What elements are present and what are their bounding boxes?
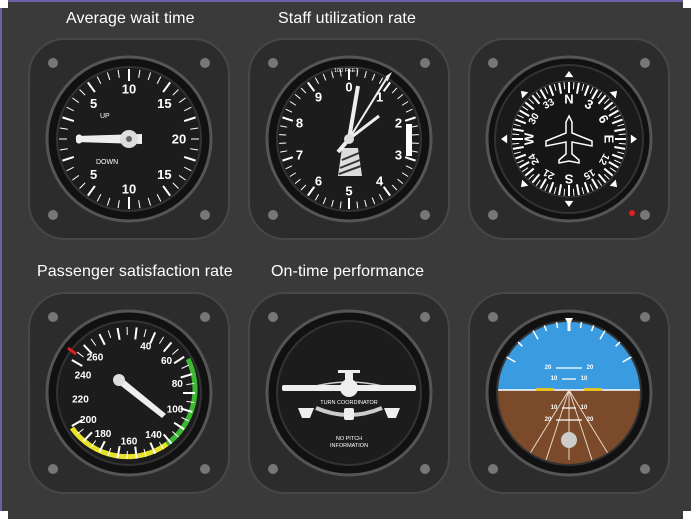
- adjust-knob[interactable]: [561, 432, 577, 448]
- pitch-label: 20: [587, 417, 594, 423]
- dial-number: 15: [157, 96, 171, 111]
- corner-marker: [683, 511, 691, 519]
- title-average-wait-time: Average wait time: [66, 10, 195, 27]
- dial-number: 140: [145, 430, 162, 441]
- corner-marker: [683, 0, 691, 8]
- dial-number: 7: [296, 148, 303, 163]
- feet-label: 100 FEET: [334, 68, 359, 74]
- no-pitch-label: NO PITCH: [336, 436, 362, 442]
- gauge-attitude-indicator[interactable]: 20 20 10 10 10 10 20 20: [466, 290, 672, 496]
- dial-number: 220: [72, 394, 89, 405]
- dial-number: 6: [315, 174, 322, 189]
- dial-number: 5: [345, 184, 352, 199]
- down-label: DOWN: [96, 159, 118, 166]
- gauge-passenger-satisfaction-rate[interactable]: 40 60 80 100 140 160 180 200 220 240 260: [26, 290, 232, 496]
- tick-mark: [134, 446, 138, 459]
- tick-mark: [572, 82, 575, 90]
- up-label: UP: [100, 113, 110, 120]
- dial-number: 8: [296, 115, 303, 130]
- pitch-label: 10: [581, 376, 588, 382]
- gauge-heading-indicator[interactable]: N 3 6 E 12 15 S 21 24 W 30 33: [466, 36, 672, 242]
- information-label: INFORMATION: [330, 443, 368, 449]
- dial-number: 260: [87, 352, 104, 363]
- wing-bar-right: [584, 388, 602, 391]
- pitch-label: 10: [551, 376, 558, 382]
- dial-number: 1: [376, 89, 383, 104]
- corner-marker: [0, 0, 8, 8]
- bank-tick: [555, 321, 559, 329]
- dial-number: 200: [80, 415, 97, 426]
- dial-number: 240: [75, 371, 92, 382]
- dial-number: 100: [167, 404, 184, 415]
- status-dot: [629, 210, 635, 216]
- tick-mark: [563, 188, 566, 196]
- dial-number: 160: [121, 437, 138, 448]
- tick-mark: [512, 142, 520, 145]
- gauge-staff-utilization-rate[interactable]: 0 12 34 5 67 89 100 FEET: [246, 36, 452, 242]
- dial-number: 0: [345, 80, 352, 95]
- dial-number: 20: [172, 132, 186, 147]
- tick-mark: [572, 188, 575, 196]
- dial-number: 10: [122, 182, 136, 197]
- turn-coordinator-label: TURN COORDINATOR: [320, 400, 378, 406]
- corner-marker: [0, 511, 8, 519]
- dial-number: 10: [122, 82, 136, 97]
- bank-tick: [579, 321, 583, 329]
- dial-number: 60: [161, 356, 173, 367]
- title-passenger-satisfaction-rate: Passenger satisfaction rate: [37, 263, 233, 280]
- dial-number: 2: [395, 115, 402, 130]
- pitch-label: 20: [545, 417, 552, 423]
- wing-bar-left: [536, 388, 554, 391]
- dial-number: 5: [90, 167, 97, 182]
- dial-number: 80: [172, 379, 184, 390]
- dial-number: 180: [95, 429, 112, 440]
- dial-number: 15: [157, 167, 171, 182]
- dial-number: 4: [376, 174, 384, 189]
- tick-mark: [512, 133, 520, 136]
- compass-label: W: [522, 132, 537, 145]
- title-on-time-performance: On-time performance: [271, 263, 425, 280]
- title-staff-utilization-rate: Staff utilization rate: [278, 10, 416, 27]
- tick-mark: [618, 142, 626, 145]
- tick-mark: [563, 82, 566, 90]
- dial-number: 3: [395, 148, 402, 163]
- gauge-average-wait-time[interactable]: 5101520151050 UP DOWN: [26, 36, 232, 242]
- pitch-label: 10: [581, 405, 588, 411]
- tick-mark: [134, 327, 138, 340]
- compass-label: S: [564, 172, 573, 187]
- compass-label: E: [602, 135, 617, 144]
- pitch-label: 20: [545, 365, 552, 371]
- dial-number: 9: [315, 89, 322, 104]
- compass-label: N: [564, 92, 573, 107]
- inclinometer-ball: [344, 408, 354, 420]
- hatched-window: [338, 148, 362, 176]
- pitch-label: 10: [551, 405, 558, 411]
- gauge-on-time-performance[interactable]: TURN COORDINATOR NO PITCH INFORMATION: [246, 290, 452, 496]
- dial-number: 5: [90, 96, 97, 111]
- pitch-label: 20: [587, 365, 594, 371]
- baro-window: [406, 124, 412, 156]
- tick-mark: [618, 133, 626, 136]
- dial-number: 40: [140, 341, 152, 352]
